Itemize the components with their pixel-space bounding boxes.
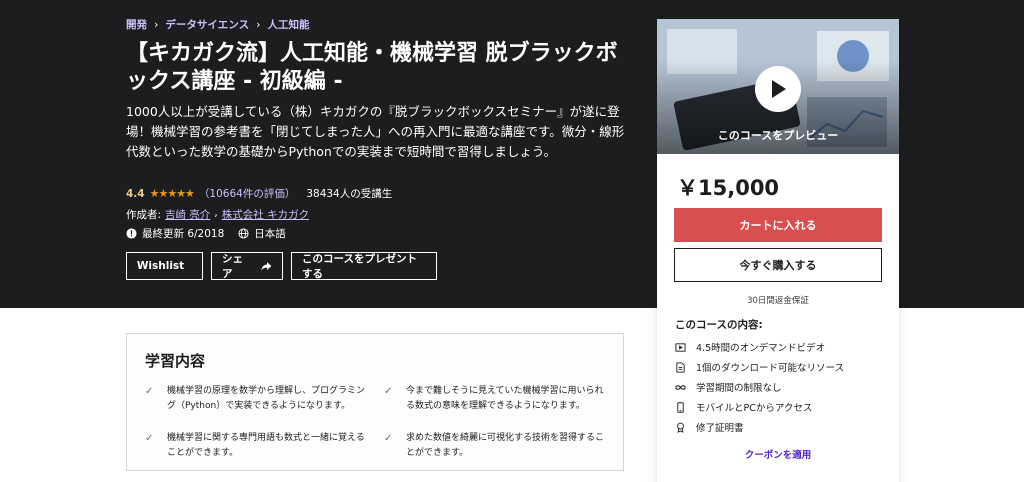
play-button[interactable] [755, 66, 801, 112]
action-buttons: Wishlist シェア このコースをプレゼントする [126, 252, 437, 280]
learn-item-text: 求めた数値を綺麗に可視化する技術を習得することができます。 [406, 433, 605, 458]
certificate-icon [677, 422, 684, 433]
share-arrow-icon [261, 261, 272, 270]
course-price: ￥15,000 [677, 176, 780, 200]
learn-item: ✓ 今まで難しそうに見えていた機械学習に用いられる数式の意味を理解できるようにな… [384, 384, 606, 414]
author-link-instructor[interactable]: 吉崎 亮介 [165, 207, 210, 222]
buy-now-button[interactable]: 今すぐ購入する [674, 248, 882, 282]
student-count: 38434人の受講生 [306, 188, 393, 200]
video-icon [675, 342, 686, 352]
alert-badge-icon [126, 228, 137, 239]
money-back-guarantee: 30日間返金保証 [747, 296, 809, 306]
includes-item: 1個のダウンロード可能なリソース [675, 357, 885, 377]
breadcrumb: 開発 › データサイエンス › 人工知能 [126, 17, 310, 32]
chevron-right-icon: › [256, 18, 261, 31]
course-title: 【キカガク流】人工知能・機械学習 脱ブラックボックス講座 - 初級編 - [126, 41, 618, 94]
learn-item-text: 機械学習の原理を数学から理解し、プログラミング（Python）で実装できるように… [167, 386, 366, 411]
last-updated-text: 最終更新 6/2018 [142, 228, 225, 240]
review-count-link[interactable]: （10664件の評価） [199, 186, 295, 201]
wishlist-label: Wishlist [136, 260, 185, 272]
breadcrumb-item-data-science[interactable]: データサイエンス [165, 17, 249, 32]
rating-score: 4.4 [126, 187, 145, 200]
infinity-icon [675, 384, 686, 390]
breadcrumb-item-ai[interactable]: 人工知能 [268, 17, 310, 32]
includes-item-label: 4.5時間のオンデマンドビデオ [696, 343, 826, 354]
file-icon [676, 361, 685, 373]
author-row: 作成者: 吉崎 亮介, 株式会社 キカガク [126, 207, 309, 222]
includes-list: 4.5時間のオンデマンドビデオ 1個のダウンロード可能なリソース 学習期間の制限… [675, 337, 885, 437]
gift-course-label: このコースをプレゼントする [302, 253, 417, 280]
share-label: シェア [222, 253, 243, 280]
learn-item-text: 機械学習に関する専門用語も数式と一緒に覚えることができます。 [167, 433, 365, 458]
globe-icon [238, 228, 249, 239]
author-link-company[interactable]: 株式会社 キカガク [222, 207, 309, 222]
author-prefix: 作成者: [126, 209, 162, 221]
learn-item: ✓ 機械学習に関する専門用語も数式と一緒に覚えることができます。 [145, 431, 367, 461]
includes-item: モバイルとPCからアクセス [675, 397, 885, 417]
rating-row: 4.4 ★★★★★ （10664件の評価） 38434人の受講生 [126, 186, 392, 201]
check-icon: ✓ [145, 386, 154, 397]
gift-course-button[interactable]: このコースをプレゼントする [291, 252, 437, 280]
includes-item-label: モバイルとPCからアクセス [696, 403, 813, 414]
language: 日本語 [238, 226, 286, 241]
includes-item-label: 修了証明書 [696, 423, 744, 434]
apply-coupon-link[interactable]: クーポンを適用 [657, 447, 899, 461]
play-icon [772, 80, 786, 98]
what-you-learn-box: 学習内容 ✓ 機械学習の原理を数学から理解し、プログラミング（Python）で実… [126, 333, 624, 471]
learn-item-text: 今まで難しそうに見えていた機械学習に用いられる数式の意味を理解できるようになりま… [406, 386, 604, 411]
check-icon: ✓ [145, 433, 154, 444]
purchase-card: このコースをプレビュー ￥15,000 カートに入れる 今すぐ購入する 30日間… [657, 19, 899, 482]
chevron-right-icon: › [154, 18, 159, 31]
what-you-learn-title: 学習内容 [145, 352, 206, 370]
includes-item: 学習期間の制限なし [675, 377, 885, 397]
language-text: 日本語 [254, 228, 286, 240]
wishlist-button[interactable]: Wishlist [126, 252, 203, 280]
course-subtitle: 1000人以上が受講している（株）キカガクの『脱ブラックボックスセミナー』が遂に… [126, 104, 625, 159]
learn-item: ✓ 機械学習の原理を数学から理解し、プログラミング（Python）で実装できるよ… [145, 384, 367, 414]
preview-label: このコースをプレビュー [717, 129, 839, 142]
check-icon: ✓ [384, 386, 393, 397]
includes-item-label: 1個のダウンロード可能なリソース [696, 363, 845, 374]
check-icon: ✓ [384, 433, 393, 444]
breadcrumb-item-development[interactable]: 開発 [126, 17, 147, 32]
last-updated: 最終更新 6/2018 [126, 226, 224, 241]
meta-row: 最終更新 6/2018 日本語 [126, 226, 286, 241]
author-separator: , [214, 207, 218, 219]
star-rating-icon: ★★★★★ [149, 187, 195, 200]
mobile-icon [677, 401, 684, 413]
includes-item: 修了証明書 [675, 417, 885, 437]
includes-title: このコースの内容: [675, 319, 763, 331]
course-preview[interactable]: このコースをプレビュー [657, 19, 899, 154]
includes-item: 4.5時間のオンデマンドビデオ [675, 337, 885, 357]
share-button[interactable]: シェア [211, 252, 283, 280]
learn-item: ✓ 求めた数値を綺麗に可視化する技術を習得することができます。 [384, 431, 606, 461]
includes-item-label: 学習期間の制限なし [696, 383, 782, 394]
add-to-cart-button[interactable]: カートに入れる [674, 208, 882, 242]
